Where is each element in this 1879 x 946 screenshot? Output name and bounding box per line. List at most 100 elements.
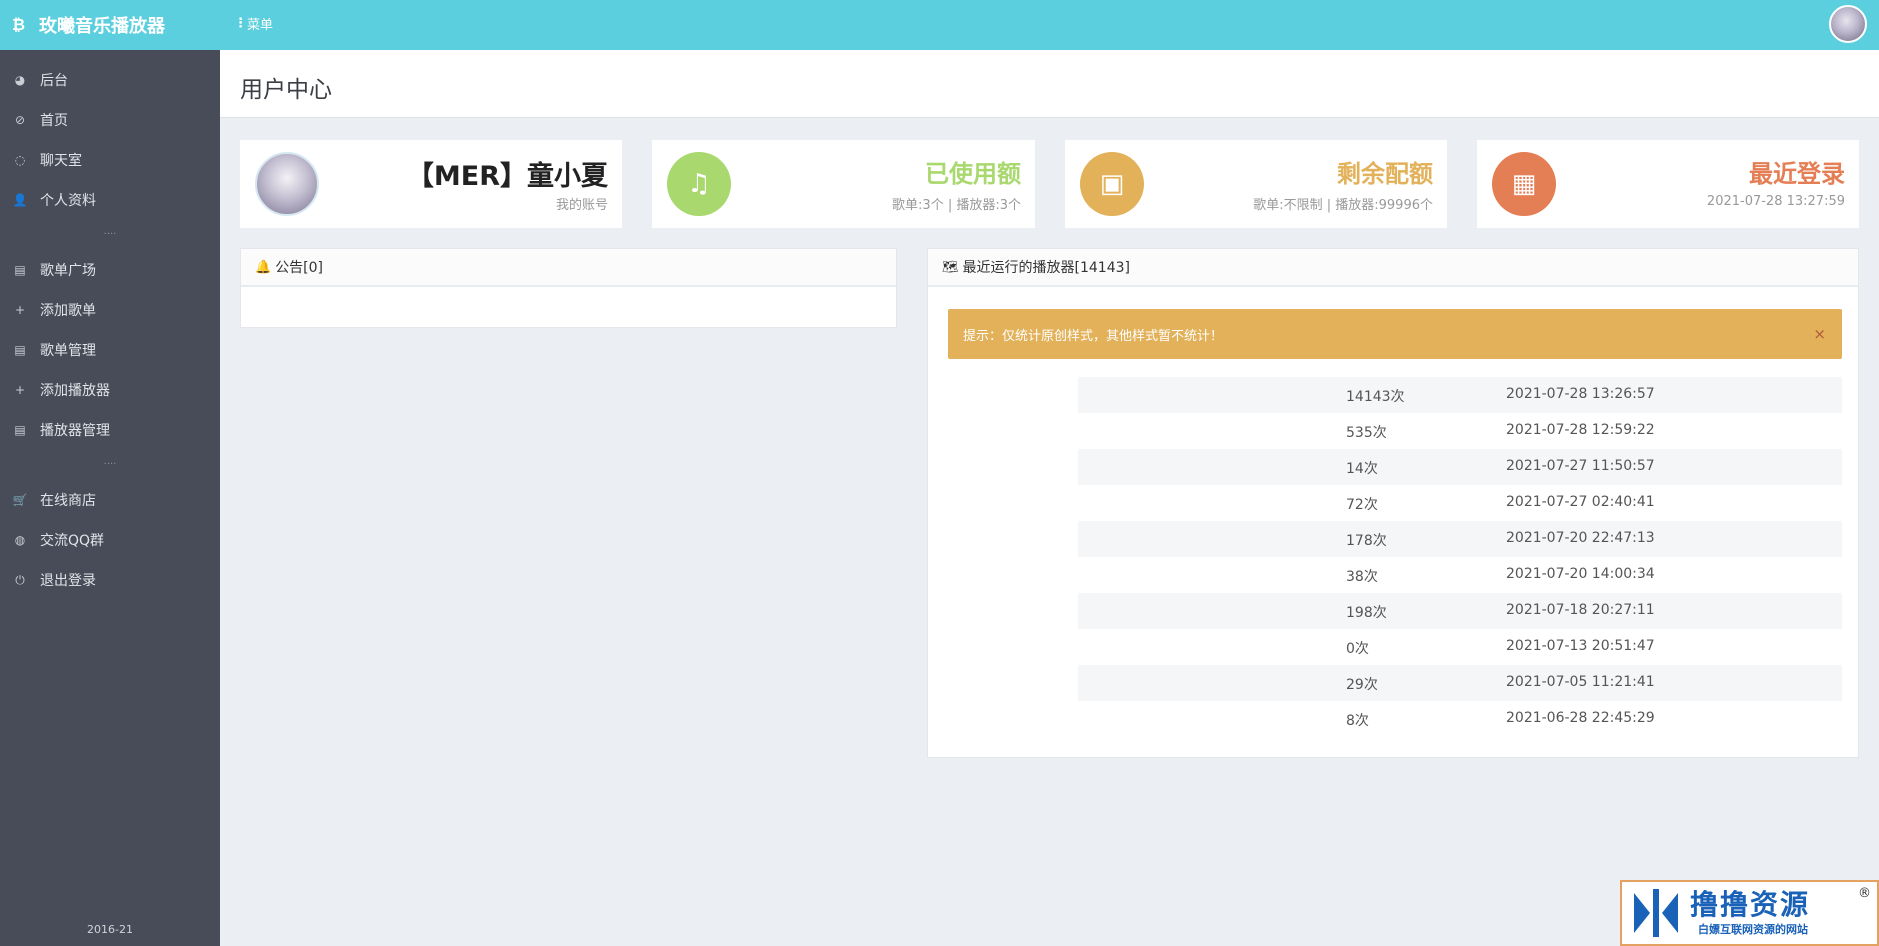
table-row[interactable]: 29次 2021-07-05 11:21:41	[948, 665, 1842, 701]
table-row[interactable]: 178次 2021-07-20 22:47:13	[948, 521, 1842, 557]
run-count: 14143次	[1346, 389, 1405, 405]
sidebar-item-logout[interactable]: ⏻ 退出登录	[0, 561, 220, 599]
sidebar-item-playlist-manage[interactable]: ▤ 歌单管理	[0, 331, 220, 369]
sidebar-item-playlist-square[interactable]: ▤ 歌单广场	[0, 251, 220, 289]
run-time: 2021-07-28 12:59:22	[1506, 422, 1655, 438]
close-icon[interactable]: ×	[1813, 325, 1826, 343]
sidebar-item-player-manage[interactable]: ▤ 播放器管理	[0, 411, 220, 449]
menu-dots-icon: ⋮	[234, 16, 247, 31]
last-login-time: 2021-07-28 13:27:59	[1706, 194, 1845, 209]
run-count: 8次	[1346, 713, 1369, 729]
music-icon: ♫	[667, 152, 731, 216]
remaining-quota-title: 剩余配额	[1337, 160, 1433, 188]
registered-mark: ®	[1858, 886, 1871, 901]
account-card: 【MER】童小夏 我的账号	[240, 140, 622, 228]
sidebar-item-shop[interactable]: 🛒 在线商店	[0, 481, 220, 519]
globe-icon: ◍	[14, 533, 26, 547]
run-time: 2021-07-28 13:26:57	[1506, 386, 1655, 402]
watermark-title: 撸撸资源	[1690, 888, 1811, 921]
table-icon: ▤	[14, 423, 26, 437]
sidebar-item-label: 个人资料	[40, 193, 96, 209]
notice-title: 公告[0]	[275, 260, 324, 276]
watermark-subtitle: 白嫖互联网资源的网站	[1698, 923, 1808, 936]
chat-icon: ◌	[14, 153, 26, 167]
sidebar-item-add-playlist[interactable]: + 添加歌单	[0, 291, 220, 329]
account-sub: 我的账号	[555, 198, 608, 213]
table-row[interactable]: 8次 2021-06-28 22:45:29	[948, 701, 1842, 737]
notice-header: 🔔 公告[0]	[241, 249, 896, 287]
sidebar-item-label: 添加播放器	[40, 383, 110, 399]
sidebar-separator: ....	[103, 456, 117, 467]
bell-icon: 🔔	[255, 259, 272, 275]
account-name: 【MER】童小夏	[406, 161, 608, 192]
account-avatar	[255, 152, 319, 216]
table-row[interactable]: 38次 2021-07-20 14:00:34	[948, 557, 1842, 593]
sidebar-item-backend[interactable]: ◕ 后台	[0, 61, 220, 99]
brand-name: 玫曦音乐播放器	[39, 16, 166, 37]
last-login-title: 最近登录	[1749, 160, 1845, 188]
used-quota-title: 已使用额	[925, 160, 1021, 188]
sidebar-item-chatroom[interactable]: ◌ 聊天室	[0, 141, 220, 179]
sidebar-item-label: 聊天室	[40, 153, 82, 169]
run-time: 2021-07-20 22:47:13	[1506, 530, 1655, 546]
sidebar-item-qq-group[interactable]: ◍ 交流QQ群	[0, 521, 220, 559]
alert-text: 提示：仅统计原创样式，其他样式暂不统计！	[963, 328, 1224, 344]
user-icon: 👤	[12, 193, 28, 207]
table-row[interactable]: 535次 2021-07-28 12:59:22	[948, 413, 1842, 449]
top-bar: ₿ 玫曦音乐播放器 ⋮ 菜单	[0, 0, 1879, 50]
run-count: 38次	[1346, 569, 1378, 585]
run-count: 178次	[1346, 533, 1387, 549]
stats-alert: 提示：仅统计原创样式，其他样式暂不统计！ ×	[948, 309, 1842, 359]
remaining-quota-card: ▣ 剩余配额 歌单:不限制 | 播放器:99996个	[1065, 140, 1447, 228]
sidebar-item-label: 歌单广场	[40, 263, 96, 279]
wallet-icon: ▦	[1492, 152, 1556, 216]
sidebar-item-label: 后台	[40, 73, 68, 89]
used-quota-card: ♫ 已使用额 歌单:3个 | 播放器:3个	[652, 140, 1035, 228]
menu-label: 菜单	[247, 18, 274, 33]
watermark-logo-icon	[1622, 882, 1690, 944]
table-row[interactable]: 0次 2021-07-13 20:51:47	[948, 629, 1842, 665]
run-count: 535次	[1346, 425, 1387, 441]
last-login-card: ▦ 最近登录 2021-07-28 13:27:59	[1477, 140, 1859, 228]
run-count: 0次	[1346, 641, 1369, 657]
sidebar-footer: 2016-21	[87, 923, 133, 936]
site-watermark: 撸撸资源 白嫖互联网资源的网站 ®	[1620, 880, 1879, 946]
run-time: 2021-07-27 11:50:57	[1506, 458, 1655, 474]
pie-chart-icon: ◕	[14, 73, 26, 87]
plus-icon: +	[14, 383, 26, 397]
table-row[interactable]: 14143次 2021-07-28 13:26:57	[948, 377, 1842, 413]
recent-players-title: 最近运行的播放器[14143]	[962, 260, 1130, 276]
run-count: 198次	[1346, 605, 1387, 621]
sidebar-item-profile[interactable]: 👤 个人资料	[0, 181, 220, 219]
table-row[interactable]: 14次 2021-07-27 11:50:57	[948, 449, 1842, 485]
sidebar-item-home[interactable]: ⊘ 首页	[0, 101, 220, 139]
plus-icon: +	[14, 303, 26, 317]
table-row[interactable]: 198次 2021-07-18 20:27:11	[948, 593, 1842, 629]
notice-panel: 🔔 公告[0]	[240, 248, 897, 328]
sidebar-separator: ....	[103, 226, 117, 237]
table-row[interactable]: 72次 2021-07-27 02:40:41	[948, 485, 1842, 521]
sidebar-item-label: 歌单管理	[40, 343, 96, 359]
sidebar: ◕ 后台 ⊘ 首页 ◌ 聊天室 👤 个人资料 .... ▤ 歌单广场 + 添加歌…	[0, 50, 220, 946]
recent-players-header: 🗺 最近运行的播放器[14143]	[928, 249, 1858, 287]
sidebar-item-label: 首页	[40, 113, 68, 129]
sidebar-item-label: 播放器管理	[40, 423, 110, 439]
brand[interactable]: ₿ 玫曦音乐播放器	[0, 0, 220, 50]
power-icon: ⏻	[15, 572, 25, 587]
run-time: 2021-07-27 02:40:41	[1506, 494, 1655, 510]
menu-toggle-button[interactable]: ⋮ 菜单	[234, 14, 273, 33]
sidebar-item-label: 退出登录	[40, 573, 96, 589]
bitcoin-icon: ₿	[12, 15, 26, 34]
run-time: 2021-07-18 20:27:11	[1506, 602, 1655, 618]
run-count: 29次	[1346, 677, 1378, 693]
sidebar-item-add-player[interactable]: + 添加播放器	[0, 371, 220, 409]
run-time: 2021-07-13 20:51:47	[1506, 638, 1655, 654]
cart-icon: 🛒	[12, 493, 28, 507]
table-icon: ▤	[14, 343, 26, 357]
run-time: 2021-06-28 22:45:29	[1506, 710, 1655, 726]
user-avatar[interactable]	[1829, 5, 1867, 43]
dashboard-icon: ⊘	[14, 113, 26, 127]
run-time: 2021-07-20 14:00:34	[1506, 566, 1655, 582]
run-time: 2021-07-05 11:21:41	[1506, 674, 1655, 690]
remaining-quota-sub: 歌单:不限制 | 播放器:99996个	[1253, 198, 1433, 213]
